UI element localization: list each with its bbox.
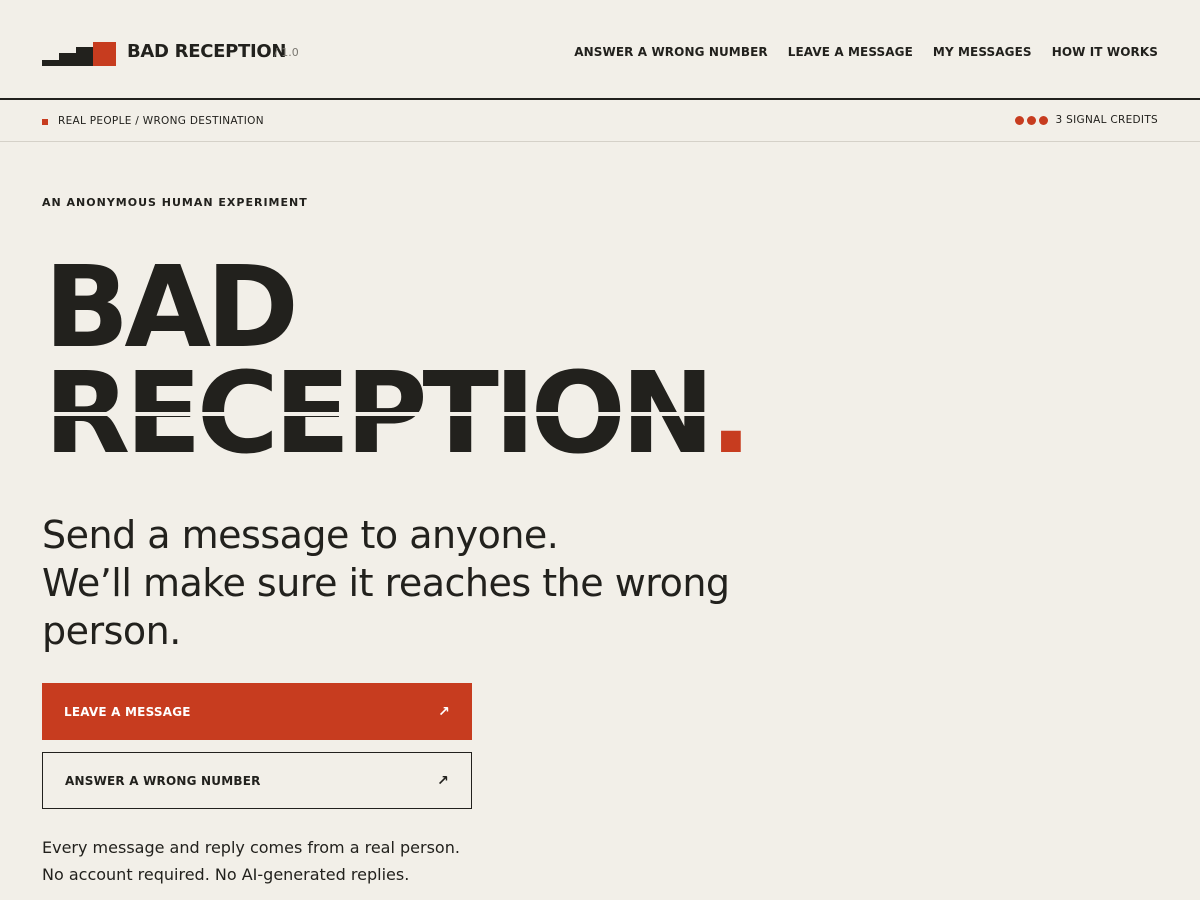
leave-message-button-label: LEAVE A MESSAGE (64, 704, 191, 719)
credit-dot-icon (1026, 115, 1036, 125)
main-nav: ANSWER A WRONG NUMBER LEAVE A MESSAGE MY… (574, 45, 1158, 59)
credit-dot-icon (1038, 115, 1048, 125)
credit-dots (1014, 115, 1048, 125)
answer-wrong-number-button-label: ANSWER A WRONG NUMBER (65, 773, 261, 788)
hero-title: BAD RECEPTION. (44, 243, 752, 470)
hero-tagline: Send a message to anyone. We’ll make sur… (42, 511, 742, 655)
hero-title-line2: RECEPTION. (44, 358, 752, 470)
status-tagline: REAL PEOPLE / WRONG DESTINATION (58, 115, 264, 127)
hero-tagline-line1: Send a message to anyone. (42, 513, 559, 557)
version-label: / 1.0 (274, 46, 299, 59)
signal-break-line (44, 412, 712, 416)
square-bullet-icon (42, 119, 48, 125)
nav-how-it-works[interactable]: HOW IT WORKS (1052, 45, 1158, 59)
signal-bars-logo-icon[interactable] (42, 42, 116, 66)
arrow-up-right-icon: ↗ (438, 703, 450, 720)
status-bar: REAL PEOPLE / WRONG DESTINATION 3 SIGNAL… (0, 100, 1200, 142)
hero-title-period: . (709, 349, 752, 479)
signal-credits: 3 SIGNAL CREDITS (1014, 114, 1158, 126)
leave-message-button[interactable]: LEAVE A MESSAGE ↗ (42, 683, 472, 740)
logo-accent-block (93, 42, 116, 66)
credits-label: 3 SIGNAL CREDITS (1055, 114, 1158, 126)
answer-wrong-number-button[interactable]: ANSWER A WRONG NUMBER ↗ (42, 752, 472, 809)
disclaimer: Every message and reply comes from a rea… (42, 834, 460, 888)
site-header: BAD RECEPTION / 1.0 ANSWER A WRONG NUMBE… (0, 0, 1200, 100)
disclaimer-line1: Every message and reply comes from a rea… (42, 838, 460, 857)
arrow-up-right-icon: ↗ (437, 772, 449, 789)
brand-name[interactable]: BAD RECEPTION (127, 41, 286, 62)
credit-dot-icon (1014, 115, 1024, 125)
disclaimer-line2: No account required. No AI-generated rep… (42, 865, 410, 884)
hero-eyebrow: AN ANONYMOUS HUMAN EXPERIMENT (42, 196, 308, 209)
nav-answer-wrong-number[interactable]: ANSWER A WRONG NUMBER (574, 45, 767, 59)
nav-leave-message[interactable]: LEAVE A MESSAGE (788, 45, 913, 59)
hero-title-line1: BAD (44, 243, 299, 373)
nav-my-messages[interactable]: MY MESSAGES (933, 45, 1032, 59)
hero-tagline-line2: We’ll make sure it reaches the wrong per… (42, 561, 730, 653)
